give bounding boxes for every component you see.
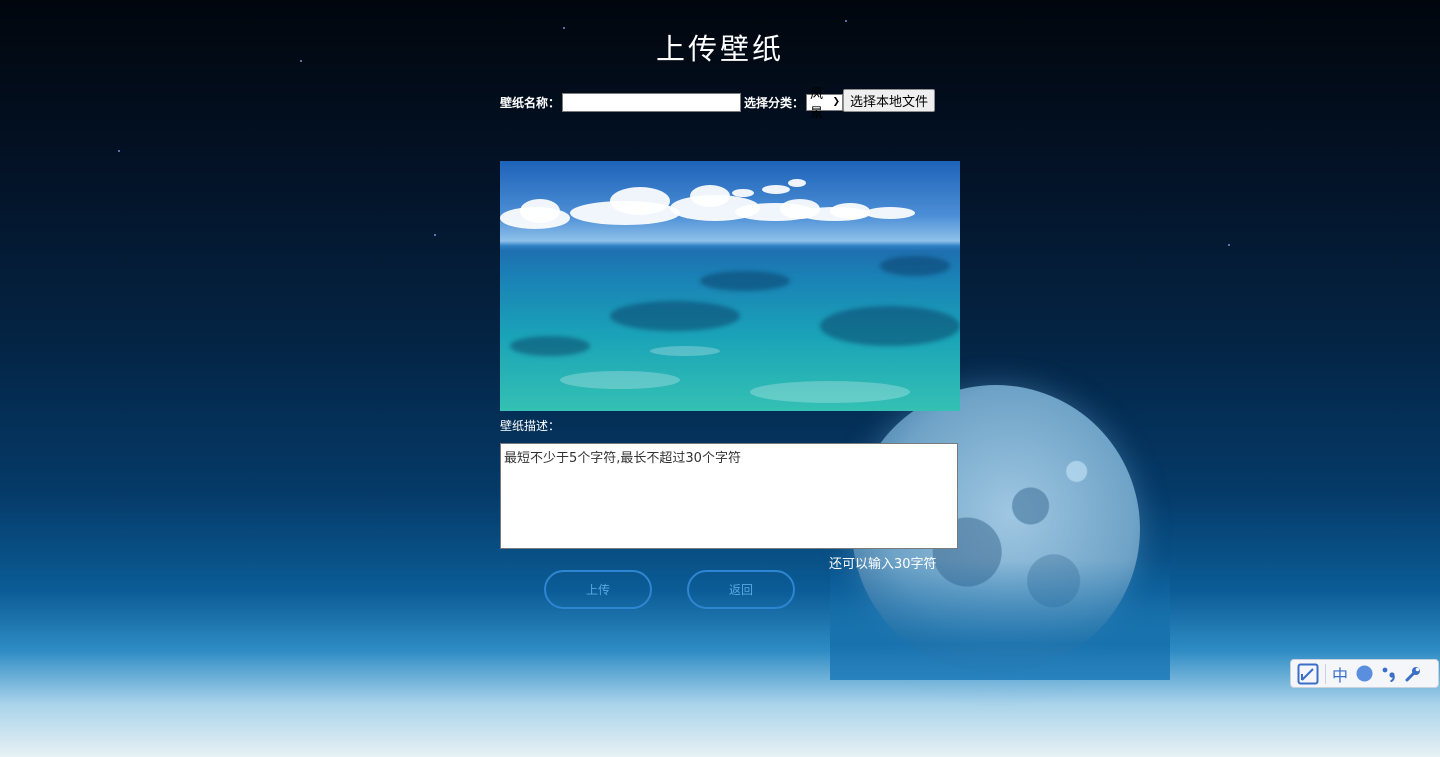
remaining-characters-text: 还可以输入30字符: [829, 557, 937, 572]
wrench-icon[interactable]: [1405, 660, 1421, 687]
category-label: 选择分类：: [744, 95, 805, 110]
ime-toolbar: 中: [1290, 659, 1439, 688]
category-selected-value: 风景: [810, 87, 824, 121]
description-placeholder: 最短不少于5个字符,最长不超过30个字符: [504, 451, 741, 466]
description-label: 壁纸描述：: [500, 419, 561, 433]
punctuation-icon[interactable]: [1382, 660, 1396, 687]
page-title: 上传壁纸: [655, 32, 784, 66]
star: [434, 234, 436, 236]
horizon-glow: [830, 560, 1170, 680]
star: [1228, 244, 1230, 246]
star: [845, 20, 847, 22]
moon-icon[interactable]: [1356, 660, 1373, 687]
choose-local-file-button[interactable]: 选择本地文件: [843, 88, 936, 112]
settings-panel-icon[interactable]: [1297, 660, 1319, 687]
star: [118, 150, 120, 152]
name-label: 壁纸名称：: [500, 95, 561, 110]
wallpaper-name-input[interactable]: [562, 92, 742, 112]
description-textarea[interactable]: 最短不少于5个字符,最长不超过30个字符: [500, 443, 958, 549]
wallpaper-preview-image: [500, 161, 960, 411]
ime-mode-icon[interactable]: 中: [1332, 660, 1348, 687]
category-select[interactable]: 风景 ❯: [806, 87, 844, 121]
upload-button[interactable]: 上传: [544, 570, 652, 609]
back-button[interactable]: 返回: [687, 570, 795, 609]
upload-form-row: 壁纸名称： 选择分类： 风景 ❯ 选择本地文件: [500, 87, 936, 121]
chevron-down-icon: ❯: [832, 97, 841, 107]
